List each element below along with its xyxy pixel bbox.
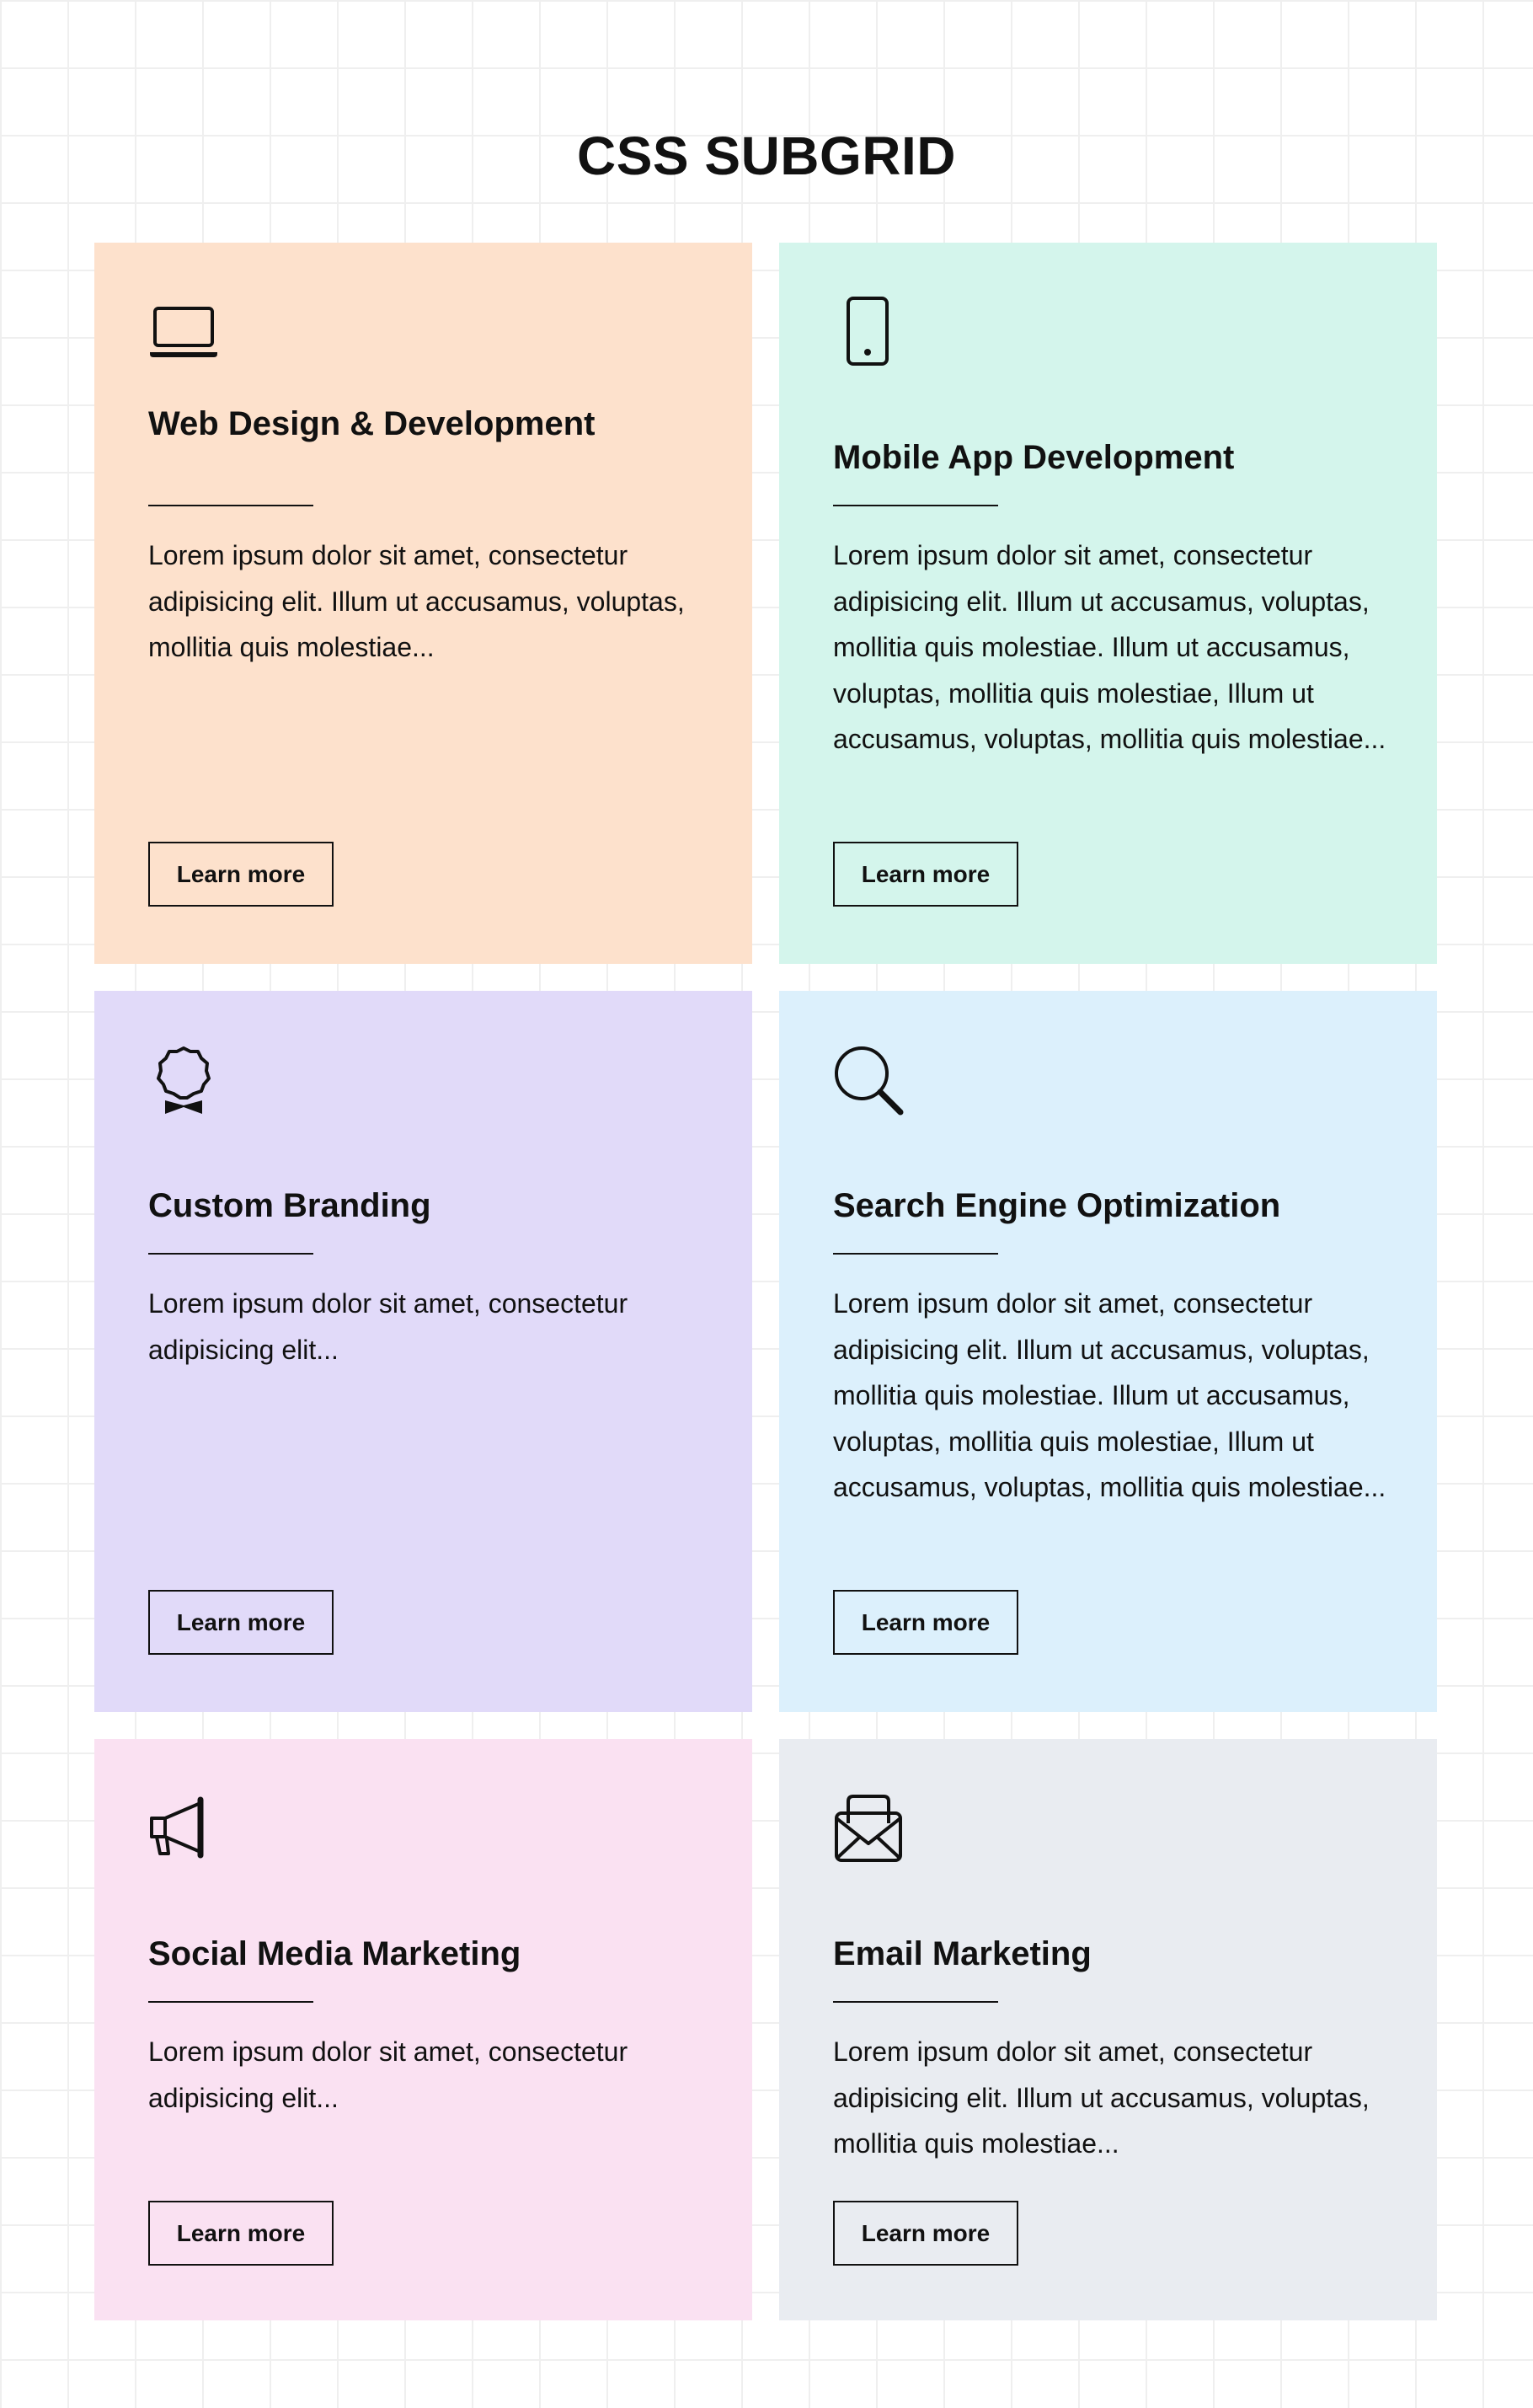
service-card-email-marketing: Email Marketing Lorem ipsum dolor sit am… [779,1739,1437,2320]
card-description: Lorem ipsum dolor sit amet, consectetur … [833,2036,1370,2159]
card-title: Custom Branding [148,1187,431,1224]
card-title: Social Media Marketing [148,1935,521,1972]
service-card-web-design: Web Design & Development Lorem ipsum dol… [94,243,752,964]
phone-icon [833,297,904,367]
learn-more-button[interactable]: Learn more [833,2201,1018,2266]
page-title: CSS SUBGRID [577,126,956,186]
learn-more-button[interactable]: Learn more [833,842,1018,907]
divider [833,505,998,506]
search-icon [833,1045,904,1116]
service-card-seo: Search Engine Optimization Lorem ipsum d… [779,991,1437,1712]
card-description: Lorem ipsum dolor sit amet, consectetur … [148,1288,628,1365]
megaphone-icon [148,1793,219,1864]
learn-more-button[interactable]: Learn more [148,842,334,907]
service-card-social-media: Social Media Marketing Lorem ipsum dolor… [94,1739,752,2320]
services-grid: Web Design & Development Lorem ipsum dol… [94,243,1437,2320]
card-title: Email Marketing [833,1935,1092,1972]
card-title: Search Engine Optimization [833,1187,1281,1224]
card-description: Lorem ipsum dolor sit amet, consectetur … [833,540,1386,754]
service-card-custom-branding: Custom Branding Lorem ipsum dolor sit am… [94,991,752,1712]
service-card-mobile-app: Mobile App Development Lorem ipsum dolor… [779,243,1437,964]
divider [833,1253,998,1255]
learn-more-button[interactable]: Learn more [833,1590,1018,1655]
card-description: Lorem ipsum dolor sit amet, consectetur … [833,1288,1386,1502]
card-description: Lorem ipsum dolor sit amet, consectetur … [148,540,685,662]
card-description: Lorem ipsum dolor sit amet, consectetur … [148,2036,628,2113]
learn-more-button[interactable]: Learn more [148,1590,334,1655]
card-title: Web Design & Development [148,405,596,442]
learn-more-button[interactable]: Learn more [148,2201,334,2266]
envelope-open-icon [833,1793,904,1864]
card-title: Mobile App Development [833,439,1235,476]
divider [833,2001,998,2003]
divider [148,1253,313,1255]
award-ribbon-icon [148,1045,219,1116]
divider [148,505,313,506]
divider [148,2001,313,2003]
laptop-icon [148,297,219,367]
